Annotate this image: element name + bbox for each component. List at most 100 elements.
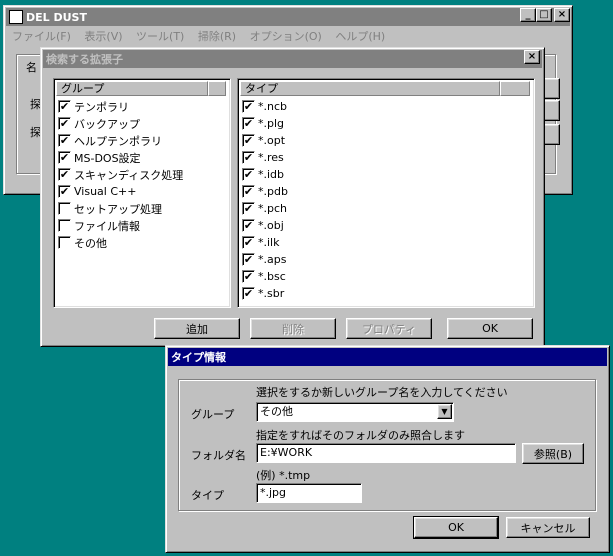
type-dialog-titlebar: タイプ情報: [168, 348, 607, 366]
maximize-button[interactable]: □: [536, 8, 552, 22]
menu-file[interactable]: ファイル(F): [12, 30, 71, 43]
group-item-row[interactable]: ✔ ヘルプテンポラリ: [58, 132, 162, 149]
group-item-row[interactable]: ✔ Visual C++: [58, 183, 136, 200]
group-item-checkbox[interactable]: [58, 219, 71, 232]
add-button[interactable]: 追加: [154, 318, 240, 339]
type-item-row[interactable]: ✔ *.idb: [242, 166, 284, 183]
type-item-checkbox[interactable]: ✔: [242, 134, 255, 147]
group-item-row[interactable]: ✔ MS-DOS設定: [58, 149, 141, 166]
type-ok-button[interactable]: OK: [413, 516, 499, 539]
group-item-row[interactable]: ✔ テンポラリ: [58, 98, 129, 115]
type-item-label: *.opt: [258, 134, 286, 147]
example-text: (例) *.tmp: [256, 469, 311, 482]
type-dialog-title: タイプ情報: [171, 351, 226, 364]
type-item-label: *.sbr: [258, 287, 285, 300]
chevron-down-icon[interactable]: ▼: [437, 404, 452, 419]
menu-clean[interactable]: 掃除(R): [198, 30, 236, 43]
group-hint-text: 選択をするか新しいグループ名を入力してください: [256, 386, 508, 399]
type-item-checkbox[interactable]: ✔: [242, 236, 255, 249]
type-item-row[interactable]: ✔ *.pdb: [242, 183, 288, 200]
type-column-header[interactable]: タイプ: [240, 81, 500, 96]
type-item-label: *.plg: [258, 117, 285, 130]
group-item-row[interactable]: セットアップ処理: [58, 200, 162, 217]
browse-button[interactable]: 参照(B): [522, 443, 584, 464]
group-item-checkbox[interactable]: ✔: [58, 100, 71, 113]
type-item-checkbox[interactable]: ✔: [242, 219, 255, 232]
folder-hint-text: 指定をすればそのフォルダのみ照合します: [256, 429, 465, 442]
type-item-checkbox[interactable]: ✔: [242, 202, 255, 215]
group-column-header-extra[interactable]: [208, 81, 226, 96]
search-dialog-titlebar: 検索する拡張子: [43, 50, 542, 68]
type-item-checkbox[interactable]: ✔: [242, 151, 255, 164]
properties-button[interactable]: プロパティ: [346, 318, 432, 339]
type-item-label: *.idb: [258, 168, 285, 181]
group-item-label: テンポラリ: [74, 100, 129, 114]
group-item-row[interactable]: ✔ スキャンディスク処理: [58, 166, 183, 183]
group-item-checkbox[interactable]: ✔: [58, 151, 71, 164]
group-item-checkbox[interactable]: [58, 236, 71, 249]
group-item-label: その他: [74, 236, 107, 250]
type-item-row[interactable]: ✔ *.aps: [242, 251, 286, 268]
group-item-checkbox[interactable]: ✔: [58, 185, 71, 198]
group-item-label: ファイル情報: [74, 219, 140, 233]
type-item-label: *.bsc: [258, 270, 286, 283]
group-item-checkbox[interactable]: [58, 202, 71, 215]
group-item-checkbox[interactable]: ✔: [58, 117, 71, 130]
group-list[interactable]: グループ ✔ テンポラリ ✔ バックアップ ✔ ヘルプテンポラリ ✔ MS-DOS設定 ✔ スキャ…: [53, 78, 231, 308]
menu-options[interactable]: オプション(O): [250, 30, 322, 43]
type-item-checkbox[interactable]: ✔: [242, 168, 255, 181]
type-item-row[interactable]: ✔ *.ncb: [242, 98, 287, 115]
group-item-row[interactable]: ファイル情報: [58, 217, 140, 234]
type-column-header-extra[interactable]: [500, 81, 530, 96]
type-label: タイプ: [191, 489, 224, 502]
minimize-button[interactable]: _: [520, 8, 536, 22]
group-column-header[interactable]: グループ: [56, 81, 208, 96]
type-item-checkbox[interactable]: ✔: [242, 270, 255, 283]
type-input[interactable]: *.jpg: [256, 483, 362, 503]
type-item-label: *.aps: [258, 253, 287, 266]
group-item-row[interactable]: ✔ バックアップ: [58, 115, 140, 132]
type-item-label: *.res: [258, 151, 284, 164]
group-label: グループ: [191, 408, 235, 421]
type-item-row[interactable]: ✔ *.plg: [242, 115, 284, 132]
close-button[interactable]: ×: [554, 8, 570, 22]
type-item-row[interactable]: ✔ *.res: [242, 149, 284, 166]
group-item-label: スキャンディスク処理: [74, 168, 184, 182]
menu-view[interactable]: 表示(V): [84, 30, 122, 43]
search-ok-button[interactable]: OK: [447, 318, 533, 339]
group-item-row[interactable]: その他: [58, 234, 107, 251]
type-item-label: *.ilk: [258, 236, 280, 249]
group-select-value: その他: [260, 405, 293, 418]
type-item-row[interactable]: ✔ *.bsc: [242, 268, 286, 285]
type-item-row[interactable]: ✔ *.ilk: [242, 234, 279, 251]
folder-input[interactable]: E:¥WORK: [256, 443, 516, 463]
menu-help[interactable]: ヘルプ(H): [335, 30, 385, 43]
folder-label: フォルダ名: [191, 449, 246, 462]
type-item-checkbox[interactable]: ✔: [242, 287, 255, 300]
type-list[interactable]: タイプ ✔ *.ncb ✔ *.plg ✔ *.opt ✔ *.res ✔ *.idb ✔ *.pdb…: [237, 78, 535, 308]
main-label-name: 名: [26, 61, 37, 74]
type-item-checkbox[interactable]: ✔: [242, 117, 255, 130]
type-item-label: *.pch: [258, 202, 287, 215]
type-item-label: *.obj: [258, 219, 284, 232]
search-dialog-close-button[interactable]: ×: [524, 50, 540, 64]
type-item-row[interactable]: ✔ *.pch: [242, 200, 287, 217]
type-item-row[interactable]: ✔ *.opt: [242, 132, 285, 149]
group-item-checkbox[interactable]: ✔: [58, 134, 71, 147]
group-item-label: セットアップ処理: [74, 202, 162, 216]
type-item-label: *.pdb: [258, 185, 288, 198]
type-item-row[interactable]: ✔ *.obj: [242, 217, 284, 234]
type-item-row[interactable]: ✔ *.sbr: [242, 285, 284, 302]
group-select[interactable]: その他 ▼: [256, 402, 454, 422]
menu-tools[interactable]: ツール(T): [136, 30, 184, 43]
delete-button[interactable]: 削除: [250, 318, 336, 339]
cancel-button[interactable]: キャンセル: [506, 517, 590, 538]
app-icon: [9, 10, 23, 24]
group-item-label: ヘルプテンポラリ: [74, 134, 162, 148]
type-item-checkbox[interactable]: ✔: [242, 253, 255, 266]
group-item-checkbox[interactable]: ✔: [58, 168, 71, 181]
type-item-checkbox[interactable]: ✔: [242, 185, 255, 198]
group-item-label: バックアップ: [74, 117, 140, 131]
type-item-checkbox[interactable]: ✔: [242, 100, 255, 113]
type-item-label: *.ncb: [258, 100, 287, 113]
